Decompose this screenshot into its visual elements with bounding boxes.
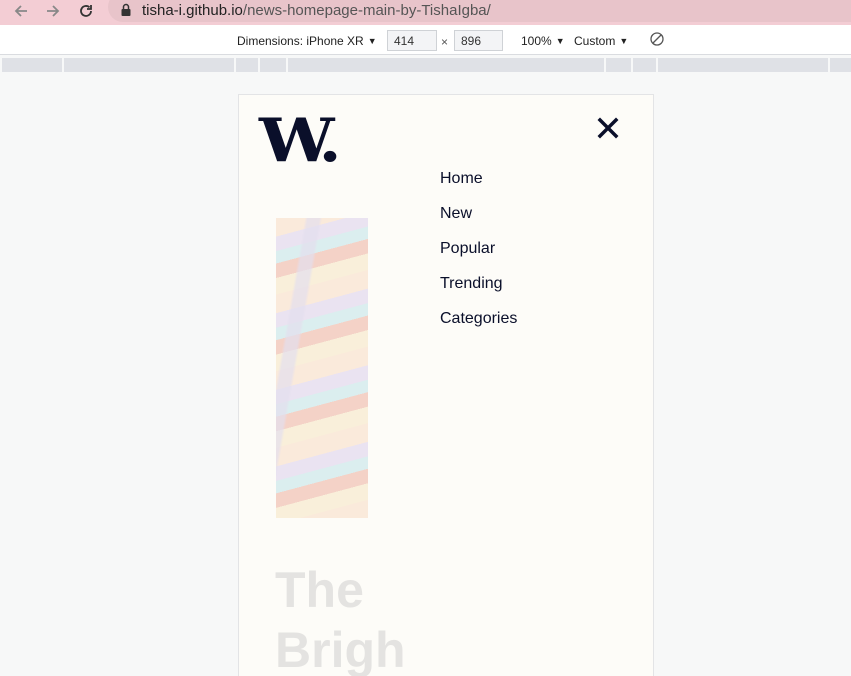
- ruler-segment[interactable]: [606, 58, 631, 72]
- chevron-down-icon: ▼: [619, 36, 629, 46]
- lock-icon: [121, 3, 131, 16]
- ruler-segment[interactable]: [658, 58, 828, 72]
- device-dimensions-dropdown[interactable]: Dimensions: iPhone XR ▼: [237, 34, 377, 48]
- site-logo[interactable]: W.: [259, 111, 342, 171]
- ruler-segment[interactable]: [64, 58, 234, 72]
- ruler-segment[interactable]: [288, 58, 604, 72]
- ruler-segment[interactable]: [236, 58, 258, 72]
- media-query-ruler: [0, 56, 851, 73]
- zoom-dropdown[interactable]: 100% ▼: [521, 34, 565, 48]
- rotate-icon[interactable]: [650, 32, 664, 46]
- menu-item-categories[interactable]: Categories: [440, 301, 517, 336]
- reload-icon[interactable]: [75, 0, 97, 22]
- close-icon[interactable]: [596, 116, 620, 140]
- back-arrow-icon[interactable]: [10, 0, 32, 22]
- menu-item-home[interactable]: Home: [440, 161, 517, 196]
- chevron-down-icon: ▼: [555, 36, 565, 46]
- url-host: tisha-i.github.io: [142, 2, 243, 19]
- throttle-dropdown[interactable]: Custom ▼: [574, 34, 628, 48]
- url-path: /news-homepage-main-by-TishaIgba/: [242, 2, 491, 19]
- zoom-label: 100%: [521, 34, 552, 48]
- chevron-down-icon: ▼: [367, 36, 377, 46]
- dimensions-label: Dimensions: iPhone XR: [237, 34, 364, 48]
- menu-item-trending[interactable]: Trending: [440, 266, 517, 301]
- forward-arrow-icon[interactable]: [42, 0, 64, 22]
- menu-item-popular[interactable]: Popular: [440, 231, 517, 266]
- url-text[interactable]: tisha-i.github.io/news-homepage-main-by-…: [142, 1, 491, 21]
- ruler-segment[interactable]: [2, 58, 62, 72]
- device-viewport: W. The Brigh Home New Popular Trending C…: [238, 94, 654, 676]
- device-toolbar: Dimensions: iPhone XR▼ × 100%▼ Custom▼: [0, 25, 851, 55]
- throttle-label: Custom: [574, 34, 616, 48]
- ruler-segment[interactable]: [633, 58, 656, 72]
- mobile-menu: Home New Popular Trending Categories: [440, 161, 517, 336]
- width-input[interactable]: [387, 30, 437, 51]
- times-sign: ×: [441, 35, 449, 49]
- menu-item-new[interactable]: New: [440, 196, 517, 231]
- ruler-segment[interactable]: [830, 58, 851, 72]
- browser-address-bar: tisha-i.github.io/news-homepage-main-by-…: [0, 0, 851, 25]
- height-input[interactable]: [454, 30, 503, 51]
- hero-headline: The Brigh: [275, 562, 406, 676]
- ruler-segment[interactable]: [260, 58, 286, 72]
- hero-image: [276, 218, 368, 518]
